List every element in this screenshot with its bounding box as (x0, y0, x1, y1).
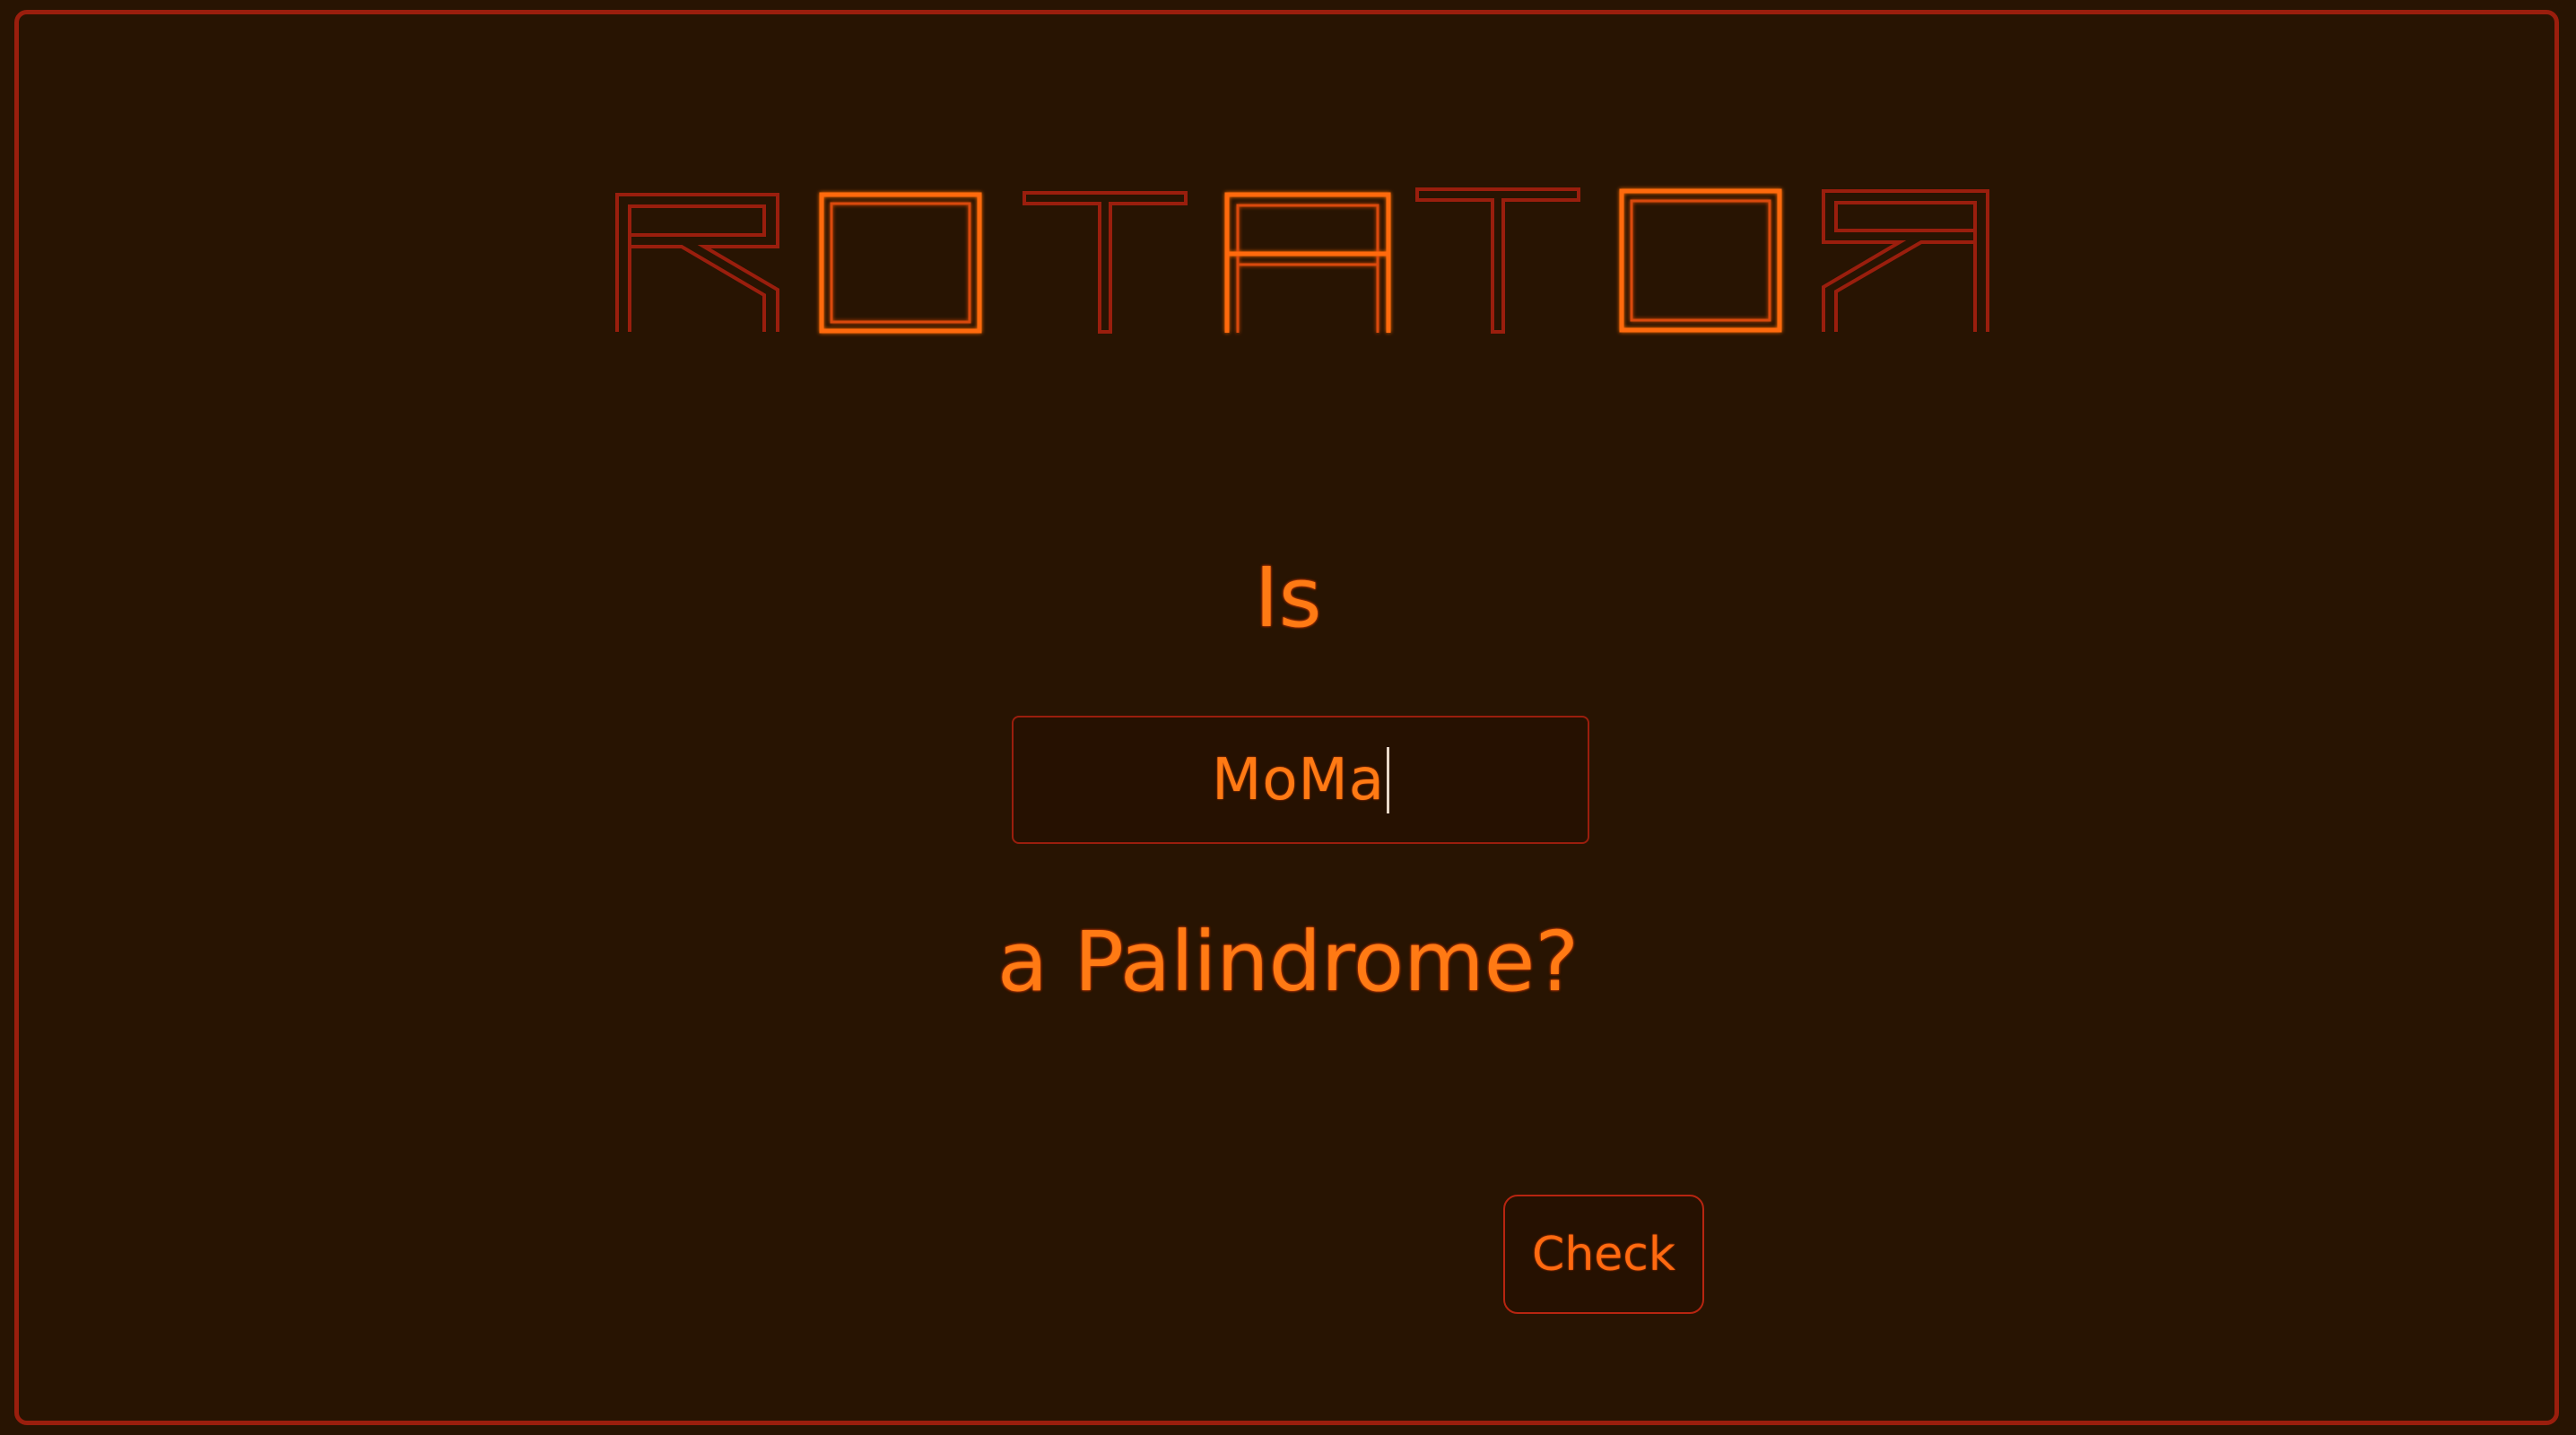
rotator-logo (610, 184, 1991, 341)
check-button[interactable]: Check (1503, 1195, 1704, 1314)
palindrome-input[interactable]: MoMa (1012, 716, 1589, 844)
input-value-text: MoMa (1212, 746, 1385, 813)
text-caret (1386, 746, 1389, 813)
prompt-is: Is (1254, 550, 1322, 646)
prompt-palindrome: a Palindrome? (996, 914, 1580, 1010)
palindrome-input-value[interactable]: MoMa (1212, 746, 1389, 813)
